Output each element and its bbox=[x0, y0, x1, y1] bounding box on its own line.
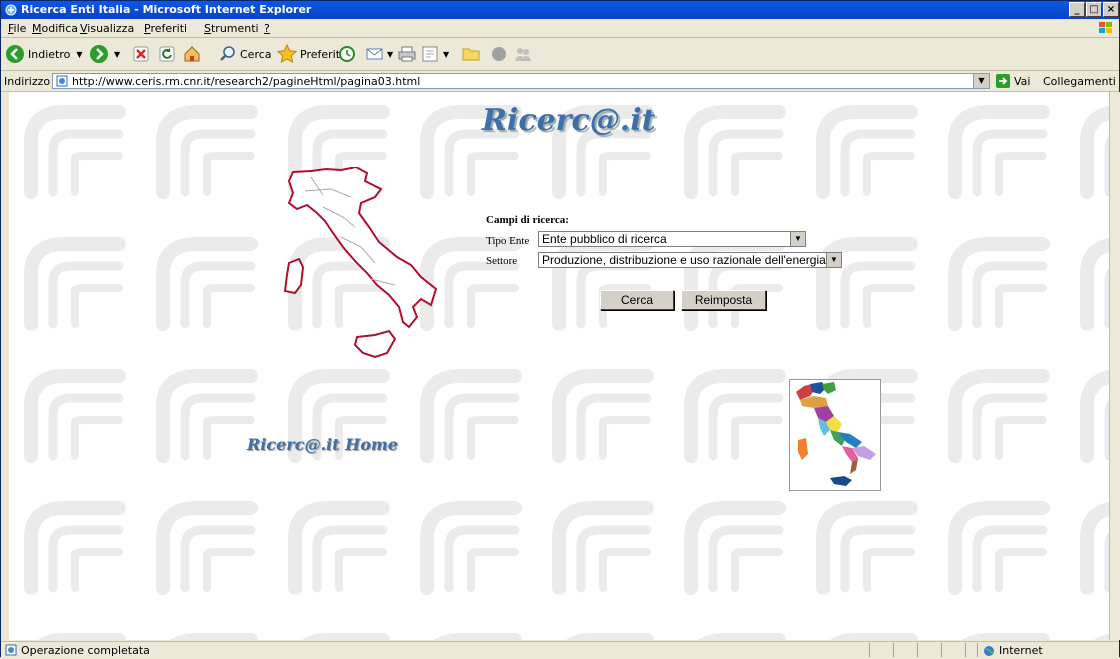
address-label: Indirizzo bbox=[4, 75, 51, 88]
chevron-down-icon: ▼ bbox=[790, 232, 805, 246]
menu-modifica[interactable]: Modifica bbox=[32, 22, 78, 35]
go-arrow-icon bbox=[996, 74, 1010, 88]
address-bar: Indirizzo http://www.ceris.rm.cnr.it/res… bbox=[1, 71, 1120, 92]
windows-logo-icon bbox=[1099, 22, 1112, 33]
page-content: Ricerc@.it Ricerc@.it Home Campi di rice… bbox=[9, 92, 1109, 640]
messenger-people-button[interactable] bbox=[513, 42, 533, 66]
forward-dropdown-icon[interactable]: ▼ bbox=[114, 50, 120, 59]
stop-button[interactable] bbox=[132, 42, 150, 66]
stop-icon bbox=[133, 46, 149, 62]
back-arrow-icon bbox=[6, 45, 24, 63]
chevron-down-icon: ▼ bbox=[826, 253, 841, 267]
search-icon bbox=[220, 46, 235, 61]
printer-icon bbox=[398, 46, 416, 62]
page-done-icon bbox=[5, 644, 17, 656]
status-divider bbox=[893, 643, 894, 657]
edit-icon bbox=[422, 46, 438, 62]
status-divider bbox=[941, 643, 942, 657]
history-button[interactable] bbox=[337, 42, 357, 66]
home-link[interactable]: Ricerc@.it Home bbox=[247, 435, 398, 454]
search-button[interactable]: Cerca bbox=[218, 42, 272, 66]
form-title: Campi di ricerca: bbox=[486, 214, 569, 226]
security-zone: Internet bbox=[983, 644, 1043, 657]
italy-regions-map-link[interactable] bbox=[789, 379, 881, 491]
links-toolbar[interactable]: Collegamenti » bbox=[1043, 75, 1120, 88]
standard-toolbar: Indietro ▼ ▼ Cerca Preferiti ▼ ▼ bbox=[1, 38, 1119, 71]
status-text: Operazione completata bbox=[21, 644, 150, 657]
tipo-ente-select[interactable]: Ente pubblico di ricerca ▼ bbox=[538, 231, 806, 247]
favorites-button[interactable]: Preferiti bbox=[276, 42, 343, 66]
address-dropdown-icon[interactable]: ▼ bbox=[973, 74, 989, 88]
title-bar: Ricerca Enti Italia - Microsoft Internet… bbox=[1, 1, 1119, 19]
mail-button[interactable]: ▼ bbox=[365, 42, 393, 66]
forward-button[interactable]: ▼ bbox=[88, 42, 120, 66]
circle-icon bbox=[492, 47, 506, 61]
window-title: Ricerca Enti Italia - Microsoft Internet… bbox=[21, 3, 312, 16]
globe-icon bbox=[984, 645, 994, 656]
refresh-icon bbox=[159, 46, 175, 62]
history-icon bbox=[339, 46, 355, 62]
people-icon bbox=[515, 48, 531, 61]
edit-button[interactable]: ▼ bbox=[421, 42, 449, 66]
menu-help[interactable]: ? bbox=[264, 22, 270, 35]
refresh-button[interactable] bbox=[158, 42, 176, 66]
print-button[interactable] bbox=[397, 42, 417, 66]
settore-label: Settore bbox=[486, 255, 518, 267]
search-submit-button[interactable]: Cerca bbox=[600, 290, 674, 310]
menu-file[interactable]: File bbox=[8, 22, 26, 35]
star-icon bbox=[276, 43, 298, 63]
cnr-watermark-background bbox=[9, 92, 1109, 640]
forward-arrow-icon bbox=[90, 45, 108, 63]
status-divider bbox=[869, 643, 870, 657]
reset-button[interactable]: Reimposta bbox=[681, 290, 766, 310]
menu-preferiti[interactable]: Preferiti bbox=[144, 22, 187, 35]
back-button[interactable]: Indietro ▼ bbox=[4, 42, 83, 66]
status-divider bbox=[917, 643, 918, 657]
folder-button[interactable] bbox=[461, 42, 481, 66]
site-logo: Ricerc@.it bbox=[482, 103, 656, 138]
menu-visualizza[interactable]: Visualizza bbox=[80, 22, 134, 35]
minimize-button[interactable]: _ bbox=[1069, 2, 1085, 17]
back-dropdown-icon[interactable]: ▼ bbox=[76, 50, 82, 59]
settore-select[interactable]: Produzione, distribuzione e uso razional… bbox=[538, 252, 842, 268]
home-button[interactable] bbox=[182, 42, 202, 66]
messenger-button[interactable] bbox=[489, 42, 509, 66]
italy-regions-map-icon bbox=[796, 382, 876, 486]
page-icon bbox=[56, 75, 68, 87]
mail-icon bbox=[366, 48, 383, 60]
ie-icon bbox=[5, 4, 17, 16]
menu-strumenti[interactable]: Strumenti bbox=[204, 22, 259, 35]
close-button[interactable]: × bbox=[1103, 2, 1119, 17]
italy-outline-map bbox=[283, 167, 438, 359]
maximize-button[interactable]: □ bbox=[1086, 2, 1102, 17]
status-divider bbox=[965, 643, 966, 657]
address-url: http://www.ceris.rm.cnr.it/research2/pag… bbox=[72, 75, 421, 88]
status-divider bbox=[977, 643, 978, 657]
folder-icon bbox=[462, 48, 480, 61]
menu-bar: File Modifica Visualizza Preferiti Strum… bbox=[1, 19, 1119, 38]
status-bar: Operazione completata Internet bbox=[1, 641, 1119, 659]
address-input[interactable]: http://www.ceris.rm.cnr.it/research2/pag… bbox=[52, 73, 990, 89]
vertical-scrollbar[interactable] bbox=[1109, 92, 1120, 640]
browser-window: Ricerca Enti Italia - Microsoft Internet… bbox=[0, 0, 1120, 659]
tipo-ente-label: Tipo Ente bbox=[486, 235, 530, 247]
home-icon bbox=[184, 46, 200, 62]
go-button[interactable]: Vai bbox=[996, 73, 1030, 89]
